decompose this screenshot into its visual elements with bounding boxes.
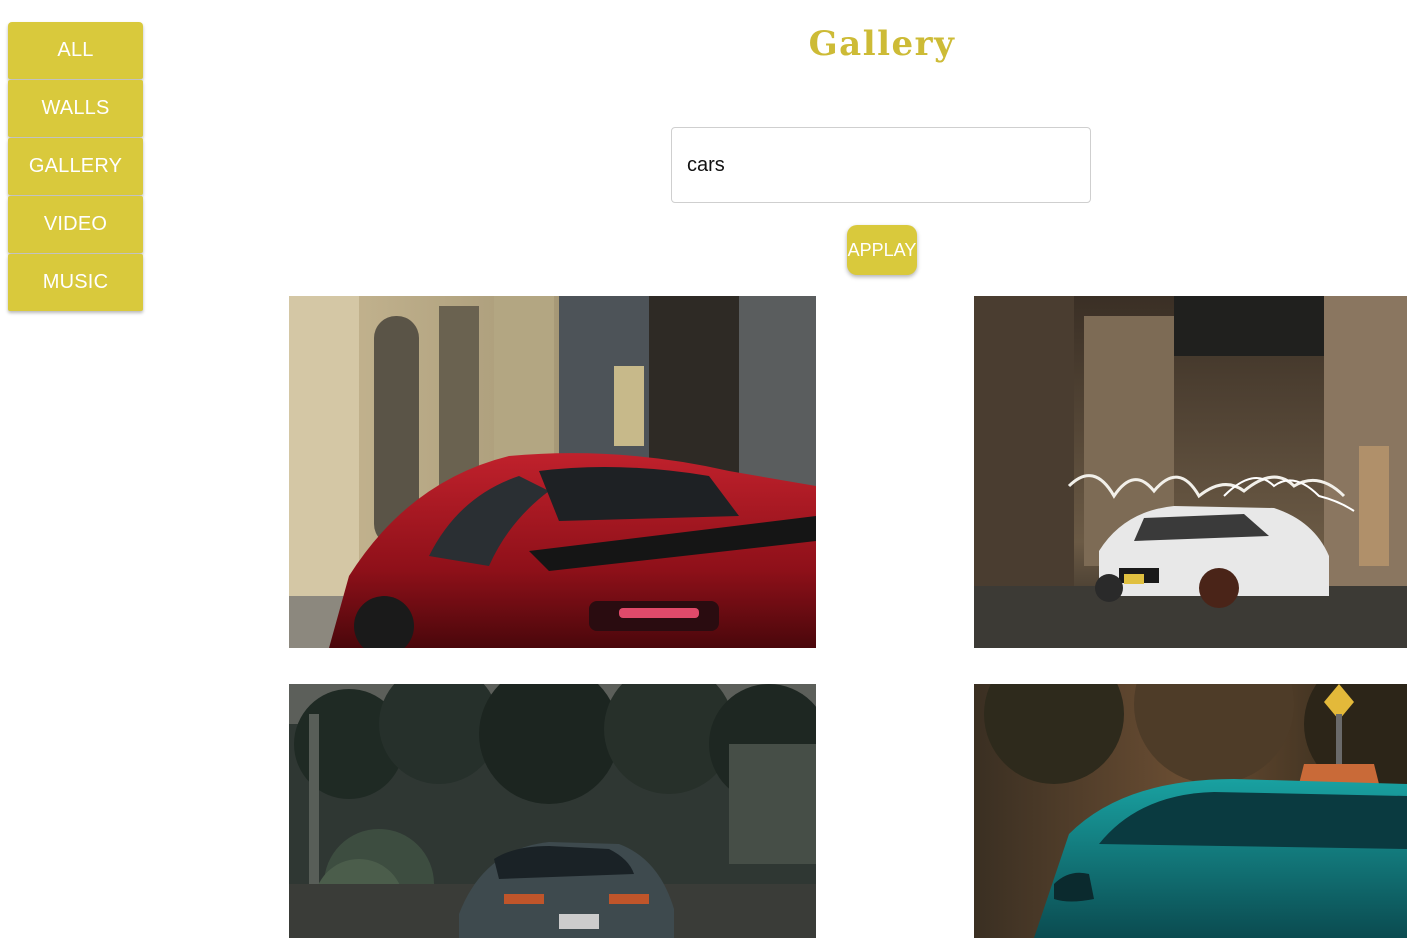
gallery-image-dark-car[interactable] — [289, 684, 816, 938]
gallery-page: ALL WALLS GALLERY VIDEO MUSIC Gallery AP… — [0, 0, 1407, 938]
nav-button-gallery[interactable]: GALLERY — [8, 138, 143, 195]
gallery-image-teal-car[interactable] — [974, 684, 1407, 938]
apply-button[interactable]: APPLAY — [847, 225, 917, 275]
gallery-image-red-car[interactable] — [289, 296, 816, 648]
nav-button-video[interactable]: VIDEO — [8, 196, 143, 253]
page-title: Gallery — [808, 24, 956, 64]
search-input[interactable] — [671, 127, 1091, 203]
nav-button-all[interactable]: ALL — [8, 22, 143, 79]
sidebar-nav: ALL WALLS GALLERY VIDEO MUSIC — [8, 22, 143, 312]
nav-button-walls[interactable]: WALLS — [8, 80, 143, 137]
nav-button-music[interactable]: MUSIC — [8, 254, 143, 311]
gallery-image-white-car[interactable] — [974, 296, 1407, 648]
